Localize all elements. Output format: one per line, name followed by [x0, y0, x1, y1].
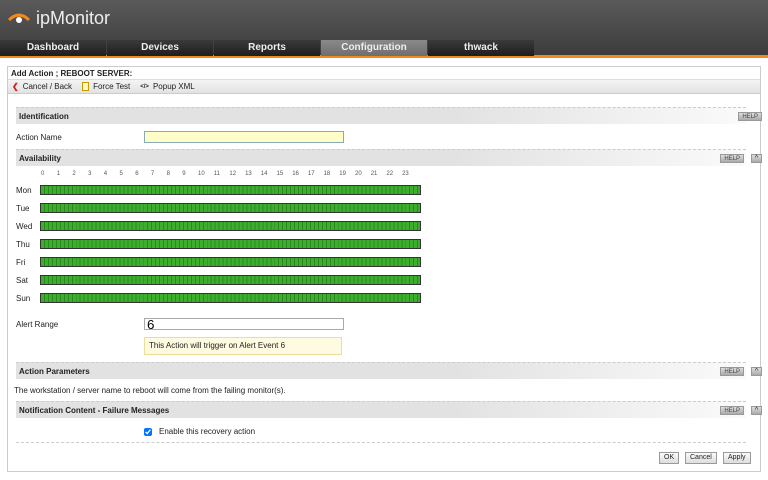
alert-range-label: Alert Range [16, 320, 58, 329]
cancel-button[interactable]: Cancel [685, 452, 717, 464]
hour-label: 2 [72, 171, 75, 177]
hour-label: 1 [57, 171, 60, 177]
hour-label: 15 [277, 171, 284, 177]
hour-label: 12 [229, 171, 236, 177]
hour-label: 17 [308, 171, 315, 177]
day-schedule-bar[interactable] [40, 185, 421, 195]
help-button[interactable]: HELP [720, 406, 744, 415]
popup-xml-button[interactable]: </>Popup XML [140, 82, 195, 91]
hour-label: 21 [371, 171, 378, 177]
hour-label: 16 [292, 171, 299, 177]
hour-label: 23 [402, 171, 409, 177]
day-schedule-bar[interactable] [40, 257, 421, 267]
divider [16, 442, 746, 443]
panel-title: Add Action ; REBOOT SERVER: [8, 67, 760, 80]
checkbox[interactable] [144, 428, 152, 436]
hour-label: 5 [120, 171, 123, 177]
day-label: Sat [16, 276, 28, 285]
hour-label: 3 [88, 171, 91, 177]
section-notification: Notification Content - Failure MessagesH… [16, 401, 746, 418]
day-schedule-bar[interactable] [40, 293, 421, 303]
day-label: Fri [16, 258, 25, 267]
ok-button[interactable]: OK [659, 452, 679, 464]
enable-recovery-checkbox[interactable]: Enable this recovery action [144, 427, 255, 436]
tab-dashboard[interactable]: Dashboard [0, 40, 106, 56]
hour-label: 13 [245, 171, 252, 177]
help-button[interactable]: HELP [738, 112, 762, 121]
action-name-input[interactable] [144, 131, 344, 143]
day-schedule-bar[interactable] [40, 239, 421, 249]
hour-label: 18 [324, 171, 331, 177]
force-test-button[interactable]: Force Test [82, 82, 130, 91]
day-schedule-bar[interactable] [40, 203, 421, 213]
action-name-label: Action Name [16, 133, 62, 142]
hour-label: 7 [151, 171, 154, 177]
tab-thwack[interactable]: thwack [428, 40, 534, 56]
hour-label: 19 [339, 171, 346, 177]
back-arrow-icon: ❮ [12, 82, 19, 91]
hour-label: 8 [167, 171, 170, 177]
help-button[interactable]: HELP [720, 367, 744, 376]
hour-label: 9 [182, 171, 185, 177]
help-button[interactable]: HELP [720, 154, 744, 163]
code-icon: </> [140, 84, 149, 90]
hour-label: 0 [41, 171, 44, 177]
section-action-parameters: Action ParametersHELP^ [16, 362, 746, 379]
hour-label: 4 [104, 171, 107, 177]
day-schedule-bar[interactable] [40, 275, 421, 285]
eye-logo-icon [8, 13, 30, 25]
collapse-icon[interactable]: ^ [751, 154, 762, 163]
apply-button[interactable]: Apply [723, 452, 751, 464]
hour-label: 14 [261, 171, 268, 177]
tab-configuration[interactable]: Configuration [321, 40, 427, 56]
hour-label: 11 [214, 171, 220, 177]
day-schedule-bar[interactable] [40, 221, 421, 231]
hour-label: 6 [135, 171, 138, 177]
day-label: Sun [16, 294, 30, 303]
section-availability: AvailabilityHELP^ [16, 149, 746, 166]
day-label: Tue [16, 204, 30, 213]
clipboard-icon [82, 82, 89, 91]
day-label: Wed [16, 222, 32, 231]
hour-label: 22 [386, 171, 393, 177]
alert-tooltip: This Action will trigger on Alert Event … [144, 337, 342, 355]
collapse-icon[interactable]: ^ [751, 367, 762, 376]
section-identification: IdentificationHELP [16, 107, 746, 124]
day-label: Mon [16, 186, 32, 195]
toolbar: ❮Cancel / Back Force Test </>Popup XML [8, 80, 760, 94]
hour-label: 10 [198, 171, 205, 177]
add-action-panel: Add Action ; REBOOT SERVER: ❮Cancel / Ba… [7, 66, 761, 472]
app-header: ipMonitor Dashboard Devices Reports Conf… [0, 0, 768, 58]
collapse-icon[interactable]: ^ [751, 406, 762, 415]
hour-label: 20 [355, 171, 362, 177]
parameters-text: The workstation / server name to reboot … [14, 386, 286, 395]
cancel-back-button[interactable]: ❮Cancel / Back [12, 82, 72, 91]
logo: ipMonitor [8, 8, 110, 29]
tab-devices[interactable]: Devices [107, 40, 213, 56]
alert-range-input[interactable] [144, 318, 344, 330]
day-label: Thu [16, 240, 30, 249]
tab-reports[interactable]: Reports [214, 40, 320, 56]
app-name: ipMonitor [36, 8, 110, 29]
